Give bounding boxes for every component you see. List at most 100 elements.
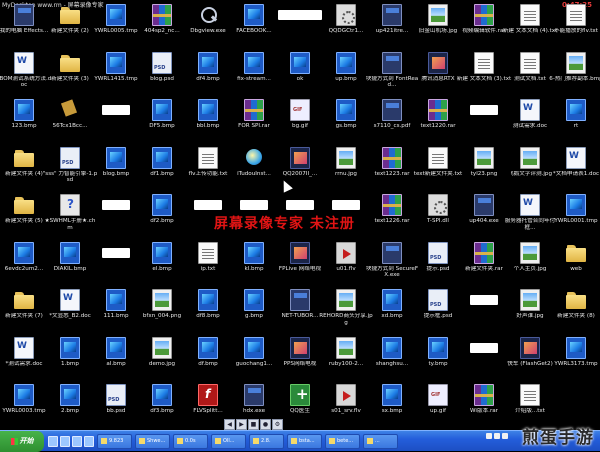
desktop-icon[interactable]: 新建文件夹 (8): [548, 289, 600, 339]
taskbar-window-button[interactable]: bete...: [325, 433, 360, 449]
redacted-icon: [278, 10, 322, 20]
window-app-icon: [253, 438, 259, 444]
taskbar-button-label: bsta...: [299, 438, 315, 444]
swf-file-icon: [198, 384, 218, 406]
quicklaunch-ie-icon[interactable]: [60, 435, 70, 447]
quicklaunch-media-icon[interactable]: [84, 435, 94, 447]
dll-file-icon: [428, 194, 448, 216]
taskbar-button-label: bete...: [337, 438, 354, 444]
bmp-file-icon: [566, 194, 586, 216]
media-control-button[interactable]: ▶: [236, 419, 247, 430]
taskbar-window-button[interactable]: Oll...: [211, 433, 246, 449]
tray-network-icon[interactable]: [486, 433, 492, 439]
redacted-icon: [102, 200, 130, 210]
site-watermark: 煎蛋手游: [522, 428, 594, 448]
rar-file-icon: [382, 146, 402, 169]
txt-file-icon: [566, 4, 586, 26]
bmp-file-icon: [60, 241, 80, 264]
bmp-file-icon: [244, 336, 264, 359]
taskbar-button-label: 2.8.: [261, 438, 271, 444]
folder-file-icon: [14, 147, 34, 169]
bmp-file-icon: [198, 336, 218, 359]
bmp-file-icon: [566, 336, 586, 359]
tray-app-icon[interactable]: [502, 433, 508, 439]
txt-file-icon: [474, 51, 494, 74]
dll-file-icon: [336, 4, 356, 26]
rar-file-icon: [474, 4, 494, 26]
media-control-button[interactable]: ⚙: [272, 419, 283, 430]
bmp-file-icon: [566, 99, 586, 121]
taskbar-window-button[interactable]: 9.823: [97, 433, 132, 449]
system-tray: [486, 433, 508, 439]
tray-volume-icon[interactable]: [494, 433, 500, 439]
gif-file-icon: [428, 384, 448, 406]
quick-launch: [48, 435, 94, 447]
img-file-icon: [474, 146, 494, 169]
quicklaunch-folder-icon[interactable]: [72, 435, 82, 447]
bmp-file-icon: [244, 289, 264, 311]
img-file-icon: [152, 336, 172, 359]
rar-file-icon: [474, 241, 494, 264]
desktop-icon[interactable]: *文档申请表1.doc: [548, 146, 600, 197]
txt-file-icon: [520, 4, 540, 26]
media-control-button[interactable]: ■: [248, 419, 259, 430]
desktop-icon-label: 介绍版...txt: [515, 408, 545, 414]
desktop-icon[interactable]: YWRL3173.tmp: [548, 336, 600, 387]
bmp-file-icon: [106, 4, 126, 26]
img-file-icon: [336, 336, 356, 359]
taskbar-button-label: Shwe...: [147, 438, 166, 444]
desktop-icon[interactable]: 不能播放的flv.txt: [548, 4, 600, 54]
taskbar-window-button[interactable]: bsta...: [287, 433, 322, 449]
windows-flag-icon: [10, 437, 18, 445]
taskbar-window-button[interactable]: Shwe...: [135, 433, 170, 449]
gif-file-icon: [290, 99, 310, 121]
desktop-icon[interactable]: 6-热门推荐副本.bmp: [548, 51, 600, 102]
img-file-icon: [428, 4, 448, 26]
psd-file-icon: [152, 51, 172, 74]
doc-file-icon: [60, 289, 80, 311]
bmp-file-icon: [382, 289, 402, 311]
app-file-icon: [290, 336, 310, 359]
img-file-icon: [152, 289, 172, 311]
taskbar-window-button[interactable]: 0.0s: [173, 433, 208, 449]
desktop-icon-label: web: [570, 265, 582, 272]
media-control-button[interactable]: ●: [260, 419, 271, 430]
taskbar-button-label: Oll...: [223, 438, 235, 444]
img-file-icon: [336, 289, 356, 311]
folder-file-icon: [14, 289, 34, 311]
bmp-file-icon: [198, 51, 218, 74]
bmp-file-icon: [152, 384, 172, 406]
bmp-file-icon: [336, 51, 356, 74]
folder-file-icon: [566, 242, 586, 264]
redacted-icon: [470, 105, 498, 115]
chm-file-icon: [60, 194, 80, 216]
window-app-icon: [101, 438, 107, 444]
bmp-file-icon: [14, 384, 34, 406]
desktop-icon-label: YWRL3173.tmp: [554, 360, 598, 367]
desktop-icon[interactable]: rt: [548, 99, 600, 149]
bmp-file-icon: [244, 4, 264, 26]
redacted-icon: [194, 200, 222, 210]
bmp-file-icon: [106, 146, 126, 169]
desktop-icon-label: YWRL0001.tmp: [554, 218, 598, 224]
bmp-file-icon: [60, 336, 80, 359]
taskbar-window-button[interactable]: ...: [363, 433, 398, 449]
quicklaunch-desktop-icon[interactable]: [48, 435, 58, 447]
img-file-icon: [520, 289, 540, 311]
exe-file-icon: [382, 241, 402, 264]
media-control-button[interactable]: ◀: [224, 419, 235, 430]
desktop-icon-label: 6-热门推荐副本.bmp: [549, 75, 600, 82]
bmp-file-icon: [428, 336, 448, 359]
start-button[interactable]: 开始: [0, 430, 44, 452]
taskbar-window-buttons: 9.823 Shwe... 0.0s Oll... 2.8. bsta... bete...…: [94, 433, 398, 449]
desktop-icon[interactable]: web: [548, 242, 600, 292]
bmp-file-icon: [152, 99, 172, 121]
bmp-file-icon: [152, 194, 172, 216]
desktop-icon[interactable]: YWRL0001.tmp: [548, 194, 600, 244]
taskbar-window-button[interactable]: 2.8.: [249, 433, 284, 449]
desktop: MyDesktop www.rm - 屏幕录像专家 0:47:25 我的电脑 E…: [0, 0, 600, 430]
start-label: 开始: [19, 437, 34, 445]
rar-file-icon: [382, 194, 402, 216]
bmp-file-icon: [382, 336, 402, 359]
taskbar-button-label: 0.0s: [185, 438, 196, 444]
